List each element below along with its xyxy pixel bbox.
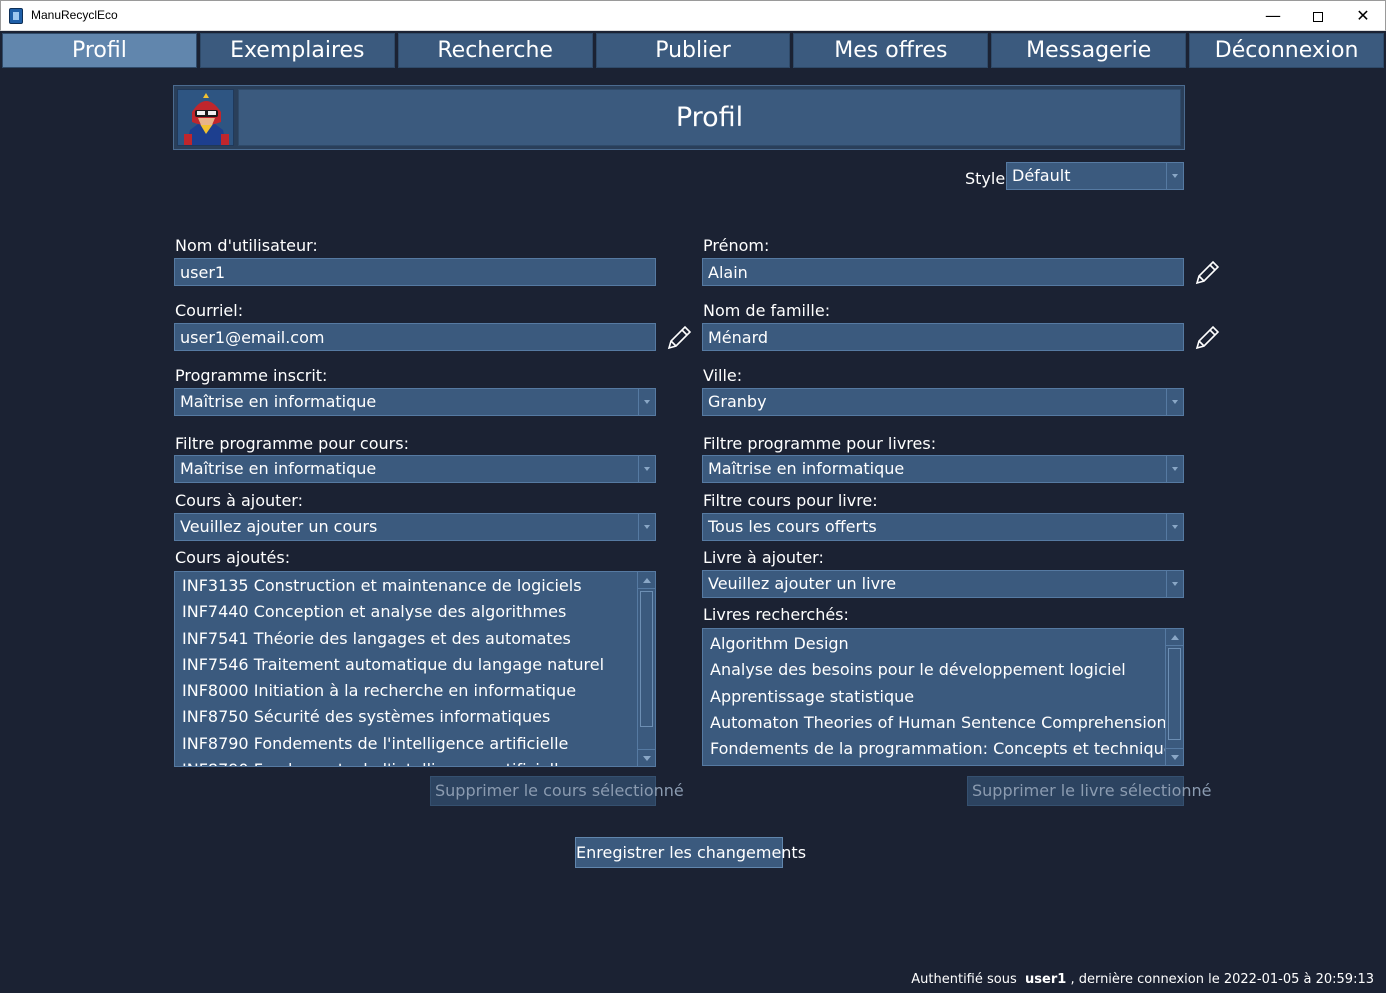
book-add-label: Livre à ajouter: bbox=[703, 548, 824, 567]
list-item[interactable]: Apprentissage statistique bbox=[710, 684, 1165, 710]
scroll-thumb[interactable] bbox=[640, 591, 653, 727]
status-user: user1 bbox=[1025, 972, 1067, 987]
minimize-icon[interactable]: — bbox=[1250, 1, 1296, 31]
list-item[interactable]: Fondements de la programmation: Concepts… bbox=[710, 736, 1165, 762]
book-filter-program-label: Filtre programme pour livres: bbox=[703, 434, 937, 453]
city-label: Ville: bbox=[703, 366, 743, 385]
scroll-down-icon[interactable] bbox=[638, 749, 655, 766]
program-select-value: Maîtrise en informatique bbox=[180, 392, 377, 411]
status-suffix: , dernière connexion le 2022-01-05 à 20:… bbox=[1070, 972, 1374, 987]
program-label: Programme inscrit: bbox=[175, 366, 328, 385]
tab-deconnexion[interactable]: Déconnexion bbox=[1189, 33, 1385, 68]
tab-recherche[interactable]: Recherche bbox=[397, 33, 593, 68]
pencil-icon[interactable] bbox=[1193, 259, 1221, 287]
city-select[interactable]: Granby bbox=[702, 388, 1184, 416]
books-scrollbar[interactable] bbox=[1165, 629, 1183, 765]
firstname-label: Prénom: bbox=[703, 236, 770, 255]
email-label: Courriel: bbox=[175, 301, 244, 320]
maximize-icon[interactable] bbox=[1295, 1, 1341, 31]
chevron-down-icon[interactable] bbox=[638, 456, 655, 482]
list-item[interactable]: INF8750 Sécurité des systèmes informatiq… bbox=[182, 704, 637, 730]
course-filter-select[interactable]: Maîtrise en informatique bbox=[174, 455, 656, 483]
course-add-select[interactable]: Veuillez ajouter un cours bbox=[174, 513, 656, 541]
list-item[interactable]: Analyse des besoins pour le développemen… bbox=[710, 657, 1165, 683]
main-nav: Profil Exemplaires Recherche Publier Mes… bbox=[1, 33, 1385, 69]
book-filter-program-select[interactable]: Maîtrise en informatique bbox=[702, 455, 1184, 483]
avatar[interactable] bbox=[177, 89, 234, 146]
course-filter-label: Filtre programme pour cours: bbox=[175, 434, 409, 453]
app-icon bbox=[9, 8, 23, 24]
delete-book-button[interactable]: Supprimer le livre sélectionné bbox=[967, 776, 1212, 806]
course-add-label: Cours à ajouter: bbox=[175, 491, 303, 510]
chevron-down-icon[interactable] bbox=[1166, 456, 1183, 482]
book-add-select[interactable]: Veuillez ajouter un livre bbox=[702, 570, 1184, 598]
scroll-down-icon[interactable] bbox=[1166, 748, 1183, 765]
list-item[interactable]: INF8790 Fondements de l'intelligence art… bbox=[182, 757, 637, 766]
list-item[interactable]: INF7440 Conception et analyse des algori… bbox=[182, 599, 637, 625]
username-label: Nom d'utilisateur: bbox=[175, 236, 318, 255]
email-input[interactable] bbox=[174, 323, 656, 351]
save-button[interactable]: Enregistrer les changements bbox=[575, 837, 806, 868]
books-listbox[interactable]: Algorithm Design Analyse des besoins pou… bbox=[702, 628, 1184, 766]
book-filter-course-select[interactable]: Tous les cours offerts bbox=[702, 513, 1184, 541]
book-filter-program-value: Maîtrise en informatique bbox=[708, 459, 905, 478]
tab-profil[interactable]: Profil bbox=[2, 33, 197, 68]
book-filter-course-label: Filtre cours pour livre: bbox=[703, 491, 878, 510]
course-add-value: Veuillez ajouter un cours bbox=[180, 517, 378, 536]
list-item[interactable]: INF8790 Fondements de l'intelligence art… bbox=[182, 731, 637, 757]
pencil-icon[interactable] bbox=[665, 324, 693, 352]
scroll-up-icon[interactable] bbox=[1166, 629, 1183, 646]
chevron-down-icon[interactable] bbox=[638, 389, 655, 415]
profile-header: Profil bbox=[173, 85, 1185, 150]
courses-listbox[interactable]: INF3135 Construction et maintenance de l… bbox=[174, 571, 656, 767]
firstname-input[interactable] bbox=[702, 258, 1184, 286]
scroll-up-icon[interactable] bbox=[638, 572, 655, 589]
book-filter-course-value: Tous les cours offerts bbox=[708, 517, 877, 536]
courses-added-label: Cours ajoutés: bbox=[175, 548, 291, 567]
window-titlebar: ManuRecyclEco — ✕ bbox=[0, 0, 1386, 31]
window-title: ManuRecyclEco bbox=[31, 8, 118, 22]
chevron-down-icon[interactable] bbox=[1166, 514, 1183, 540]
status-bar: Authentifié sous user1 , dernière connex… bbox=[911, 972, 1374, 987]
books-wanted-label: Livres recherchés: bbox=[703, 605, 849, 624]
list-item[interactable]: INF3135 Construction et maintenance de l… bbox=[182, 573, 637, 599]
tab-mes-offres[interactable]: Mes offres bbox=[793, 33, 989, 68]
lastname-input[interactable] bbox=[702, 323, 1184, 351]
chevron-down-icon[interactable] bbox=[638, 514, 655, 540]
program-select[interactable]: Maîtrise en informatique bbox=[174, 388, 656, 416]
tab-messagerie[interactable]: Messagerie bbox=[991, 33, 1187, 68]
style-select-value: Défault bbox=[1012, 166, 1071, 185]
course-filter-value: Maîtrise en informatique bbox=[180, 459, 377, 478]
courses-scrollbar[interactable] bbox=[637, 572, 655, 766]
status-prefix: Authentifié sous bbox=[911, 972, 1017, 987]
page-title: Profil bbox=[238, 89, 1181, 146]
list-item[interactable]: Automaton Theories of Human Sentence Com… bbox=[710, 710, 1165, 736]
city-select-value: Granby bbox=[708, 392, 767, 411]
pencil-icon[interactable] bbox=[1193, 324, 1221, 352]
style-label: Style: bbox=[965, 169, 1011, 188]
username-input[interactable] bbox=[174, 258, 656, 286]
lastname-label: Nom de famille: bbox=[703, 301, 831, 320]
tab-publier[interactable]: Publier bbox=[595, 33, 791, 68]
chevron-down-icon[interactable] bbox=[1166, 163, 1183, 189]
tab-exemplaires[interactable]: Exemplaires bbox=[199, 33, 395, 68]
list-item[interactable]: INF8000 Initiation à la recherche en inf… bbox=[182, 678, 637, 704]
list-item[interactable]: INF7541 Théorie des langages et des auto… bbox=[182, 626, 637, 652]
style-select[interactable]: Défault bbox=[1006, 162, 1184, 190]
list-item[interactable]: INF7546 Traitement automatique du langag… bbox=[182, 652, 637, 678]
chevron-down-icon[interactable] bbox=[1166, 571, 1183, 597]
scroll-thumb[interactable] bbox=[1168, 648, 1181, 740]
list-item[interactable]: Algorithm Design bbox=[710, 631, 1165, 657]
delete-course-button[interactable]: Supprimer le cours sélectionné bbox=[430, 776, 684, 806]
close-icon[interactable]: ✕ bbox=[1340, 1, 1386, 31]
chevron-down-icon[interactable] bbox=[1166, 389, 1183, 415]
book-add-value: Veuillez ajouter un livre bbox=[708, 574, 897, 593]
